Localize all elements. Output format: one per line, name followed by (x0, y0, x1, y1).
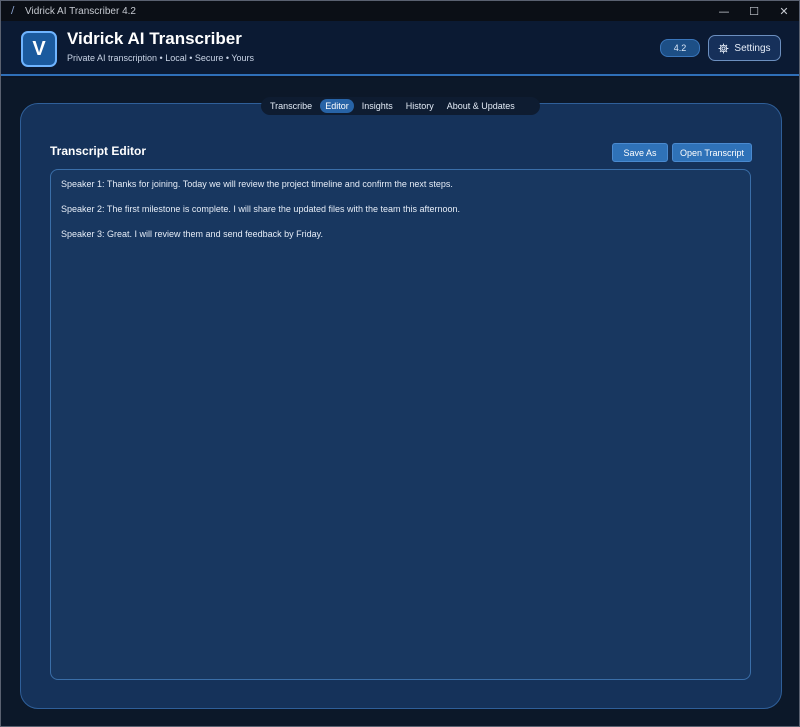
tab-bar: Transcribe Editor Insights History About… (261, 97, 540, 115)
transcript-editor[interactable]: Speaker 1: Thanks for joining. Today we … (50, 169, 751, 680)
title-bar: / Vidrick AI Transcriber 4.2 — ☐ ✕ (1, 1, 799, 21)
page-title: Transcript Editor (50, 144, 147, 158)
feather-icon: / (11, 5, 15, 16)
settings-label: Settings (734, 42, 771, 54)
tab-history[interactable]: History (401, 99, 439, 113)
gear-icon (718, 42, 729, 54)
version-badge: 4.2 (660, 39, 700, 57)
transcript-line: Speaker 3: Great. I will review them and… (61, 229, 323, 239)
save-as-button[interactable]: Save As (612, 143, 668, 162)
maximize-button[interactable]: ☐ (739, 1, 769, 21)
minimize-button[interactable]: — (709, 1, 739, 21)
app-name: Vidrick AI Transcriber (67, 29, 242, 48)
settings-button[interactable]: Settings (708, 35, 781, 61)
app-logo: V (21, 31, 57, 67)
tab-insights[interactable]: Insights (357, 99, 398, 113)
close-button[interactable]: ✕ (769, 1, 799, 21)
tab-transcribe[interactable]: Transcribe (265, 99, 317, 113)
open-transcript-button[interactable]: Open Transcript (672, 143, 752, 162)
window-controls: — ☐ ✕ (709, 1, 799, 21)
window-title: Vidrick AI Transcriber 4.2 (25, 5, 136, 17)
tab-editor[interactable]: Editor (320, 99, 354, 113)
app-header: V Vidrick AI Transcriber Private AI tran… (1, 21, 799, 76)
transcript-line: Speaker 1: Thanks for joining. Today we … (61, 179, 453, 189)
app-tagline: Private AI transcription • Local • Secur… (67, 53, 255, 63)
app-window: / Vidrick AI Transcriber 4.2 — ☐ ✕ V Vid… (0, 0, 800, 727)
tab-about-updates[interactable]: About & Updates (442, 99, 520, 113)
transcript-line: Speaker 2: The first milestone is comple… (61, 204, 461, 214)
